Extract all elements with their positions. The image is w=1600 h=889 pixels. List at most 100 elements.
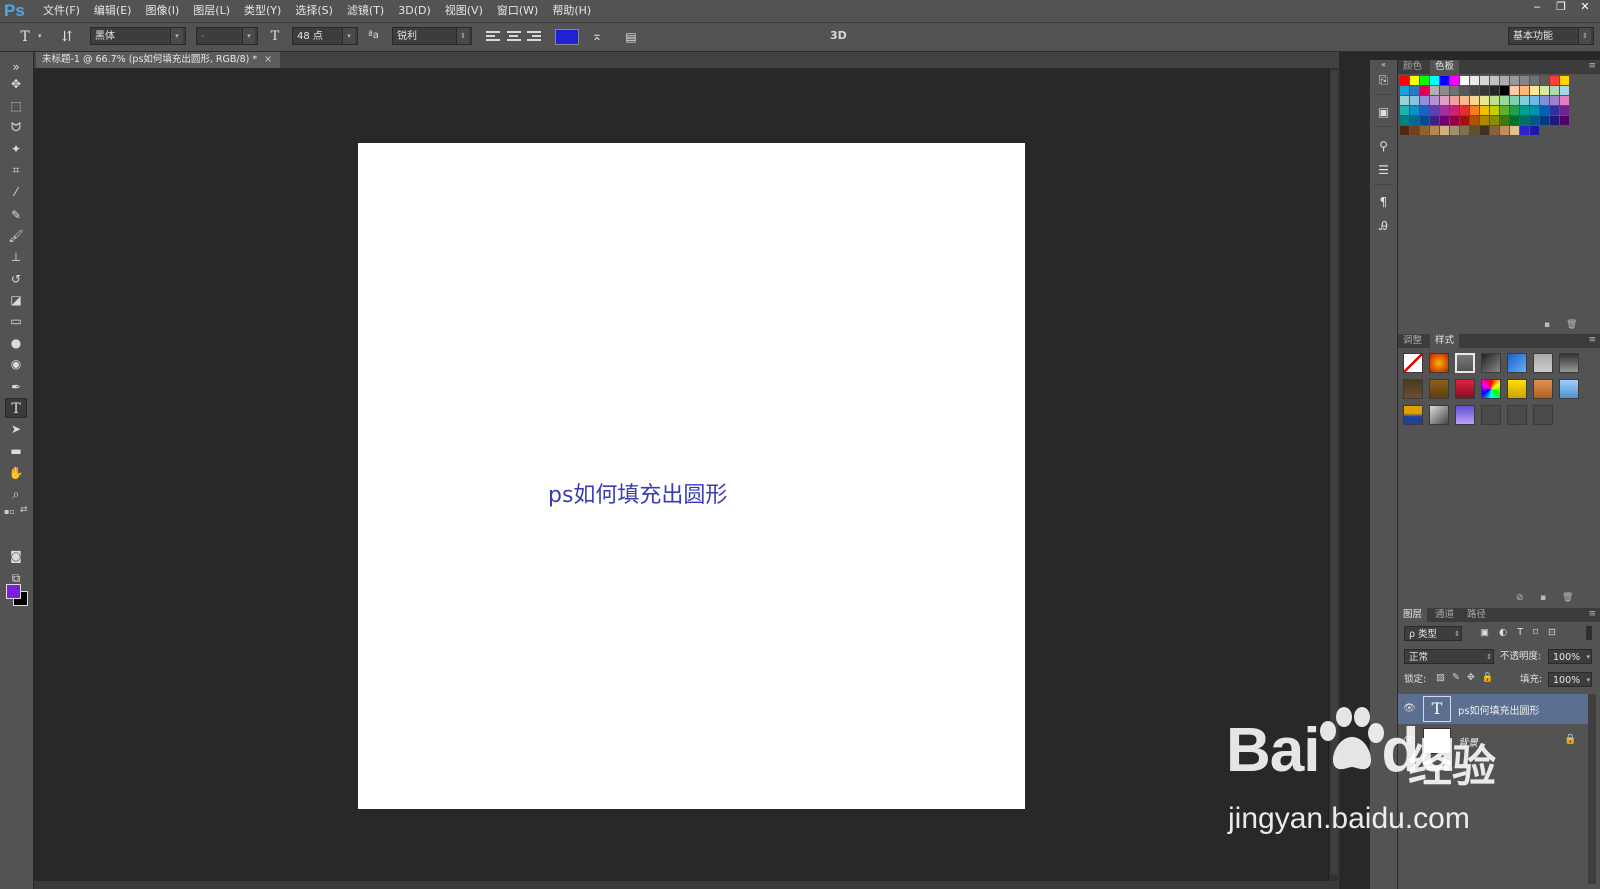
style-preset[interactable] [1507, 379, 1527, 399]
swatch[interactable] [1420, 96, 1429, 105]
eraser-tool-icon[interactable]: ◪ [5, 290, 27, 310]
blend-mode-select[interactable]: 正常 ⇕ [1404, 649, 1494, 664]
style-preset[interactable] [1403, 379, 1423, 399]
swatch[interactable] [1490, 126, 1499, 135]
swatch[interactable] [1400, 76, 1409, 85]
visibility-eye-icon[interactable]: 👁 [1403, 735, 1416, 747]
swatch[interactable] [1540, 96, 1549, 105]
tab-paths[interactable]: 路径 [1462, 608, 1491, 622]
swatch[interactable] [1510, 126, 1519, 135]
swatch[interactable] [1510, 106, 1519, 115]
document-tab[interactable]: 未标题-1 @ 66.7% (ps如何填充出圆形, RGB/8) * × [36, 52, 281, 68]
swatch[interactable] [1520, 126, 1529, 135]
swatch[interactable] [1560, 76, 1569, 85]
swatch[interactable] [1550, 106, 1559, 115]
swatch[interactable] [1550, 116, 1559, 125]
swatch[interactable] [1490, 76, 1499, 85]
opacity-input[interactable]: 100% ▾ [1548, 649, 1592, 664]
layer-filter-icons[interactable]: ▣◐T⌑⊡ [1480, 627, 1566, 638]
preset-dropdown-icon[interactable]: ▾ [38, 32, 42, 40]
swatch[interactable] [1430, 116, 1439, 125]
swatch[interactable] [1480, 96, 1489, 105]
filter-toggle[interactable] [1586, 626, 1592, 640]
delete-style-icon[interactable]: 🗑 [1562, 593, 1573, 603]
menu-item-8[interactable]: 视图(V) [438, 0, 490, 22]
style-preset[interactable] [1429, 405, 1449, 425]
swatch[interactable] [1520, 86, 1529, 95]
swatch[interactable] [1560, 86, 1569, 95]
swatch[interactable] [1530, 76, 1539, 85]
swatch[interactable] [1440, 76, 1449, 85]
move-tool-icon[interactable]: ✥ [5, 74, 27, 94]
swatch[interactable] [1520, 116, 1529, 125]
swatch[interactable] [1400, 126, 1409, 135]
swatch[interactable] [1520, 76, 1529, 85]
menu-item-4[interactable]: 类型(Y) [237, 0, 288, 22]
history-panel-icon[interactable]: ⎘ [1374, 70, 1393, 90]
layer-name[interactable]: ps如何填充出圆形 [1458, 702, 1540, 717]
brush-panel-icon[interactable]: ⚲ [1374, 136, 1393, 156]
style-preset[interactable] [1403, 353, 1423, 373]
swatch[interactable] [1490, 86, 1499, 95]
swatch[interactable] [1400, 86, 1409, 95]
close-button[interactable]: ✕ [1574, 0, 1596, 14]
swatch[interactable] [1510, 76, 1519, 85]
style-preset[interactable] [1481, 379, 1501, 399]
swatch[interactable] [1420, 126, 1429, 135]
swatch[interactable] [1490, 116, 1499, 125]
pen-tool-icon[interactable]: ✒ [5, 377, 27, 397]
layers-scrollbar[interactable] [1588, 694, 1596, 884]
layer-row-background[interactable]: 👁 背景 🔒 [1398, 726, 1588, 756]
style-preset[interactable] [1403, 405, 1423, 425]
swatch[interactable] [1450, 116, 1459, 125]
swatch[interactable] [1400, 96, 1409, 105]
new-style-icon[interactable]: ▪ [1540, 593, 1546, 603]
menu-item-7[interactable]: 3D(D) [391, 0, 438, 22]
swatch[interactable] [1400, 116, 1409, 125]
workspace-select[interactable]: 基本功能 ⇕ [1508, 27, 1594, 45]
swatch[interactable] [1500, 106, 1509, 115]
swatch[interactable] [1420, 86, 1429, 95]
shape-tool-icon[interactable]: ▬ [5, 441, 27, 461]
swatch[interactable] [1510, 86, 1519, 95]
swatch[interactable] [1400, 106, 1409, 115]
swatch[interactable] [1480, 106, 1489, 115]
font-style-select[interactable]: - ▾ [196, 27, 258, 45]
document-canvas[interactable]: ps如何填充出圆形 [358, 143, 1025, 809]
swatch[interactable] [1460, 106, 1469, 115]
healing-brush-tool-icon[interactable]: ✎ [5, 205, 27, 225]
minimize-button[interactable]: ‒ [1526, 0, 1548, 14]
style-preset[interactable] [1455, 405, 1475, 425]
swatch[interactable] [1540, 86, 1549, 95]
swatch[interactable] [1420, 116, 1429, 125]
swatch[interactable] [1490, 106, 1499, 115]
font-size-select[interactable]: 48 点 ▾ [292, 27, 358, 45]
menu-item-10[interactable]: 帮助(H) [545, 0, 598, 22]
swatch[interactable] [1410, 86, 1419, 95]
brush-presets-icon[interactable]: ☰ [1374, 160, 1393, 180]
layer-filter-select[interactable]: ρ 类型 ⇕ [1404, 626, 1462, 641]
history-brush-tool-icon[interactable]: ↺ [5, 269, 27, 289]
swatch[interactable] [1500, 86, 1509, 95]
swatch[interactable] [1450, 126, 1459, 135]
menu-item-2[interactable]: 图像(I) [138, 0, 186, 22]
swatch[interactable] [1440, 86, 1449, 95]
antialias-select[interactable]: 锐利 ⇕ [392, 27, 472, 45]
swatch[interactable] [1410, 96, 1419, 105]
swatch[interactable] [1470, 116, 1479, 125]
swatch[interactable] [1430, 126, 1439, 135]
swatch[interactable] [1550, 96, 1559, 105]
swatch[interactable] [1420, 106, 1429, 115]
swatch[interactable] [1550, 76, 1559, 85]
menu-item-6[interactable]: 滤镜(T) [340, 0, 391, 22]
swatch[interactable] [1530, 126, 1539, 135]
canvas-text-layer[interactable]: ps如何填充出圆形 [548, 477, 727, 509]
swatch[interactable] [1460, 96, 1469, 105]
swatch[interactable] [1560, 106, 1569, 115]
3d-button[interactable]: 3D [830, 29, 847, 42]
menu-item-1[interactable]: 编辑(E) [87, 0, 139, 22]
align-center-button[interactable] [507, 29, 521, 43]
tab-swatches[interactable]: 色板 [1430, 60, 1460, 74]
canvas-scrollbar[interactable] [1328, 68, 1340, 881]
swatch[interactable] [1550, 86, 1559, 95]
